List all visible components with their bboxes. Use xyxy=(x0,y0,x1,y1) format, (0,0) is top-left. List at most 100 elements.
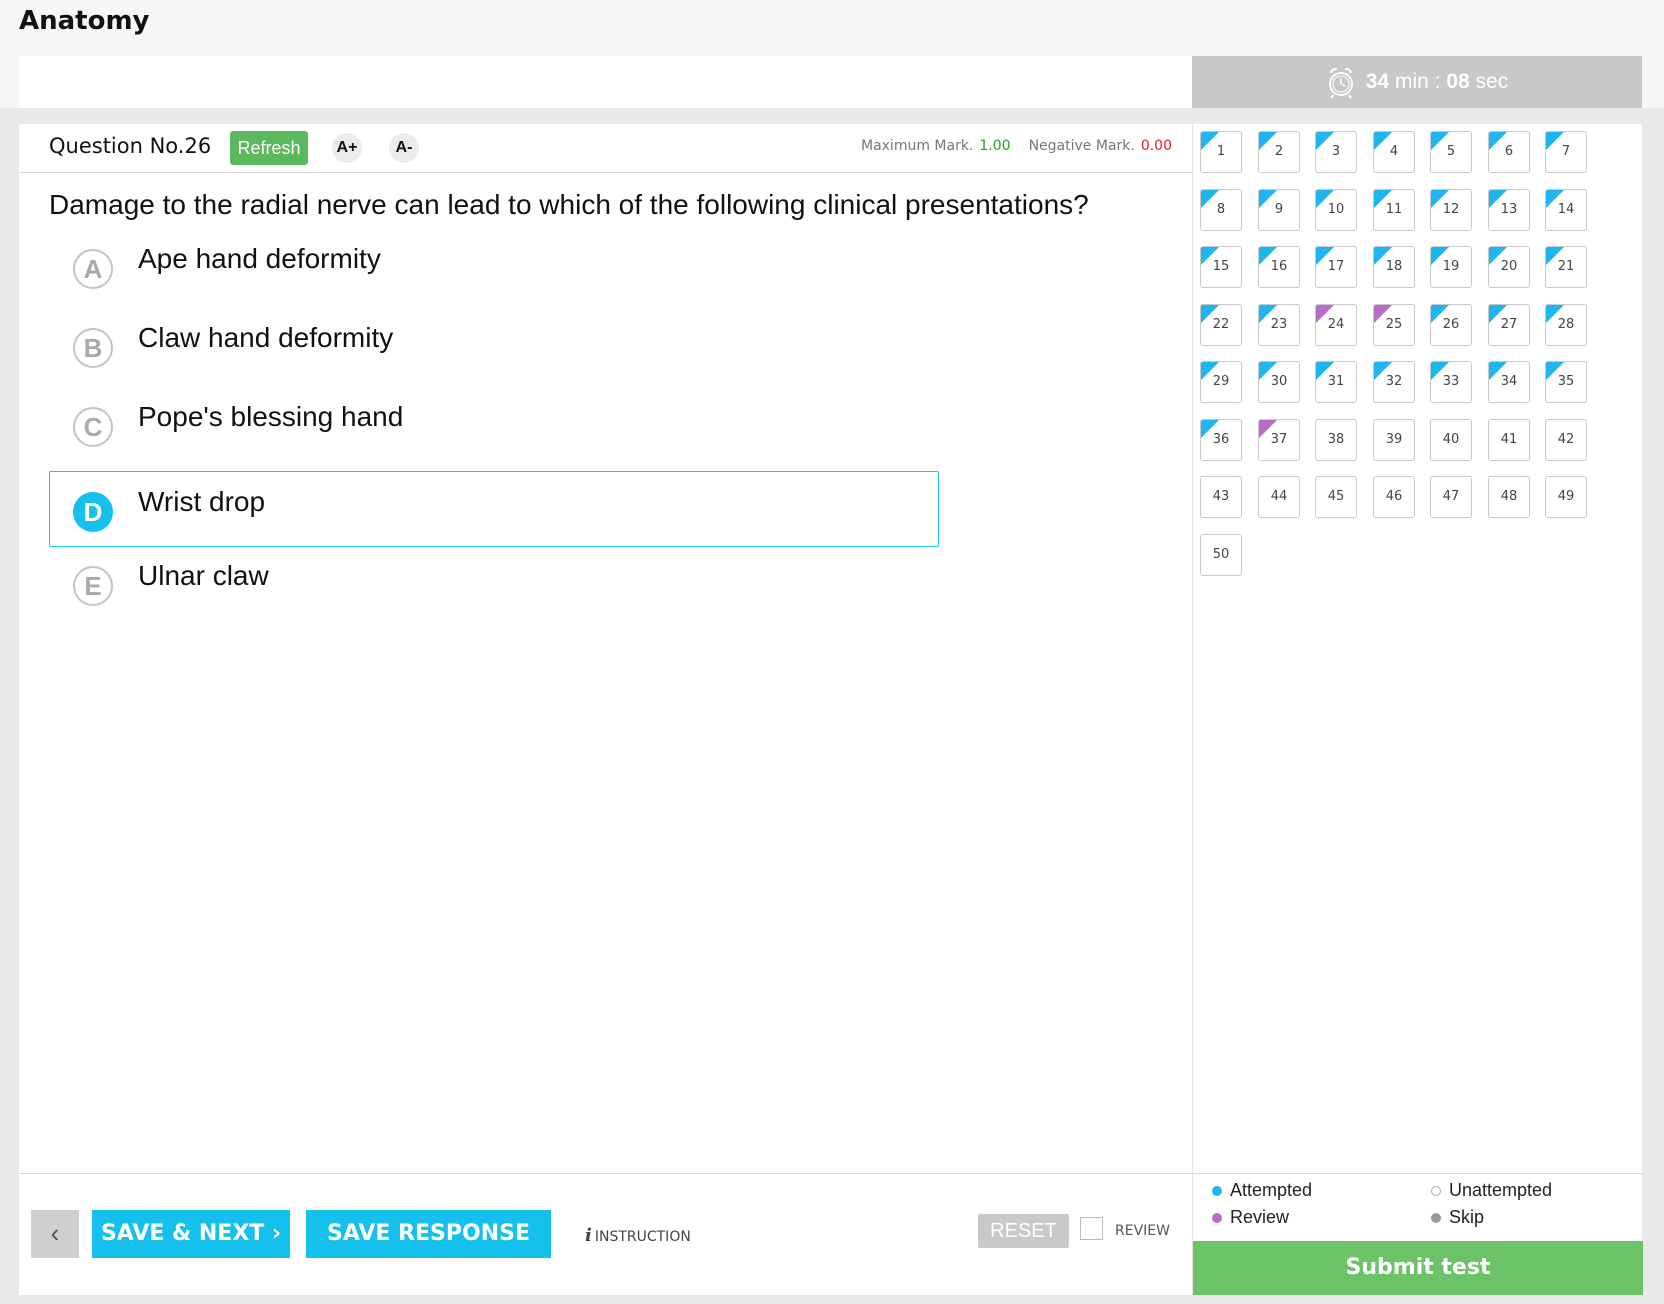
palette-question-39[interactable]: 39 xyxy=(1373,419,1415,461)
legend-label: Attempted xyxy=(1230,1180,1313,1200)
palette-question-44[interactable]: 44 xyxy=(1258,476,1300,518)
palette-question-2[interactable]: 2 xyxy=(1258,131,1300,173)
palette-question-31[interactable]: 31 xyxy=(1315,361,1357,403)
timer: 34 min : 08 sec xyxy=(1192,56,1642,108)
palette-question-25[interactable]: 25 xyxy=(1373,304,1415,346)
option-letter-badge: A xyxy=(73,249,113,289)
chevron-left-icon: ‹ xyxy=(50,1218,60,1248)
option-text: Claw hand deformity xyxy=(138,322,394,353)
palette-question-12[interactable]: 12 xyxy=(1430,189,1472,231)
palette-question-11[interactable]: 11 xyxy=(1373,189,1415,231)
font-increase-button[interactable]: A+ xyxy=(332,133,362,163)
palette-question-28[interactable]: 28 xyxy=(1545,304,1587,346)
palette-question-26[interactable]: 26 xyxy=(1430,304,1472,346)
palette-question-42[interactable]: 42 xyxy=(1545,419,1587,461)
palette-question-35[interactable]: 35 xyxy=(1545,361,1587,403)
review-dot-icon xyxy=(1212,1212,1222,1223)
legend-label: Unattempted xyxy=(1449,1180,1553,1200)
palette-question-24[interactable]: 24 xyxy=(1315,304,1357,346)
option-b[interactable]: B Claw hand deformity xyxy=(49,307,939,383)
palette-question-33[interactable]: 33 xyxy=(1430,361,1472,403)
palette-question-37[interactable]: 37 xyxy=(1258,419,1300,461)
font-decrease-button[interactable]: A- xyxy=(389,133,419,163)
palette-question-21[interactable]: 21 xyxy=(1545,246,1587,288)
legend-unattempted: Unattempted xyxy=(1431,1180,1552,1201)
option-letter-badge: D xyxy=(73,492,113,532)
palette-question-34[interactable]: 34 xyxy=(1488,361,1530,403)
sub-header xyxy=(19,56,1192,108)
palette-question-10[interactable]: 10 xyxy=(1315,189,1357,231)
palette-question-46[interactable]: 46 xyxy=(1373,476,1415,518)
palette-question-30[interactable]: 30 xyxy=(1258,361,1300,403)
question-header: Question No.26 Refresh A+ A- Maximum Mar… xyxy=(19,124,1192,173)
reset-button[interactable]: RESET xyxy=(978,1214,1069,1248)
palette-question-47[interactable]: 47 xyxy=(1430,476,1472,518)
option-text: Pope's blessing hand xyxy=(138,401,404,432)
palette-question-1[interactable]: 1 xyxy=(1200,131,1242,173)
option-text: Ulnar claw xyxy=(138,560,269,591)
palette-question-41[interactable]: 41 xyxy=(1488,419,1530,461)
question-panel: Question No.26 Refresh A+ A- Maximum Mar… xyxy=(19,124,1192,1295)
option-text: Ape hand deformity xyxy=(138,243,381,274)
option-e[interactable]: E Ulnar claw xyxy=(49,545,939,621)
palette-question-15[interactable]: 15 xyxy=(1200,246,1242,288)
palette-question-50[interactable]: 50 xyxy=(1200,534,1242,576)
submit-test-button[interactable]: Submit test xyxy=(1193,1241,1643,1295)
option-letter-badge: B xyxy=(73,328,113,368)
max-mark-value: 1.00 xyxy=(979,138,1011,154)
question-text: Damage to the radial nerve can lead to w… xyxy=(49,189,1089,220)
palette-question-19[interactable]: 19 xyxy=(1430,246,1472,288)
palette-question-7[interactable]: 7 xyxy=(1545,131,1587,173)
legend-label: Skip xyxy=(1449,1207,1485,1227)
palette-question-27[interactable]: 27 xyxy=(1488,304,1530,346)
palette-question-22[interactable]: 22 xyxy=(1200,304,1242,346)
palette-question-8[interactable]: 8 xyxy=(1200,189,1242,231)
palette-question-49[interactable]: 49 xyxy=(1545,476,1587,518)
palette-question-40[interactable]: 40 xyxy=(1430,419,1472,461)
save-next-button[interactable]: SAVE & NEXT › xyxy=(92,1210,290,1258)
review-checkbox[interactable] xyxy=(1080,1217,1103,1240)
neg-mark-label: Negative Mark. xyxy=(1028,138,1135,154)
instruction-link[interactable]: i INSTRUCTION xyxy=(585,1225,691,1246)
palette-question-32[interactable]: 32 xyxy=(1373,361,1415,403)
palette-question-43[interactable]: 43 xyxy=(1200,476,1242,518)
palette-question-14[interactable]: 14 xyxy=(1545,189,1587,231)
refresh-button[interactable]: Refresh xyxy=(230,131,308,165)
option-c[interactable]: C Pope's blessing hand xyxy=(49,386,939,462)
palette-question-23[interactable]: 23 xyxy=(1258,304,1300,346)
palette-question-4[interactable]: 4 xyxy=(1373,131,1415,173)
option-letter-badge: E xyxy=(73,566,113,606)
palette-question-5[interactable]: 5 xyxy=(1430,131,1472,173)
review-label: REVIEW xyxy=(1115,1223,1170,1239)
save-response-button[interactable]: SAVE RESPONSE xyxy=(306,1210,551,1258)
timer-minutes: 34 xyxy=(1365,70,1390,93)
previous-button[interactable]: ‹ xyxy=(31,1210,79,1258)
attempted-dot-icon xyxy=(1212,1185,1222,1196)
legend-label: Review xyxy=(1230,1207,1290,1227)
legend-skip: Skip xyxy=(1431,1207,1484,1228)
palette-question-3[interactable]: 3 xyxy=(1315,131,1357,173)
palette-question-6[interactable]: 6 xyxy=(1488,131,1530,173)
neg-mark-value: 0.00 xyxy=(1140,138,1172,154)
alarm-clock-icon xyxy=(1328,67,1353,99)
palette-question-38[interactable]: 38 xyxy=(1315,419,1357,461)
palette-question-16[interactable]: 16 xyxy=(1258,246,1300,288)
option-d[interactable]: D Wrist drop xyxy=(49,471,939,547)
palette-question-13[interactable]: 13 xyxy=(1488,189,1530,231)
palette-question-17[interactable]: 17 xyxy=(1315,246,1357,288)
palette-question-20[interactable]: 20 xyxy=(1488,246,1530,288)
option-a[interactable]: A Ape hand deformity xyxy=(49,228,939,304)
palette-question-9[interactable]: 9 xyxy=(1258,189,1300,231)
legend-attempted: Attempted xyxy=(1212,1180,1312,1201)
unattempted-dot-icon xyxy=(1431,1185,1441,1196)
palette-question-36[interactable]: 36 xyxy=(1200,419,1242,461)
timer-readout: 34 min : 08 sec xyxy=(1366,70,1508,94)
marks-info: Maximum Mark. 1.00 Negative Mark. 0.00 xyxy=(861,138,1172,154)
palette-question-45[interactable]: 45 xyxy=(1315,476,1357,518)
max-mark-label: Maximum Mark. xyxy=(860,138,974,154)
palette-question-18[interactable]: 18 xyxy=(1373,246,1415,288)
palette-question-48[interactable]: 48 xyxy=(1488,476,1530,518)
option-text: Wrist drop xyxy=(138,486,266,517)
palette-question-29[interactable]: 29 xyxy=(1200,361,1242,403)
legend-review: Review xyxy=(1212,1207,1289,1228)
